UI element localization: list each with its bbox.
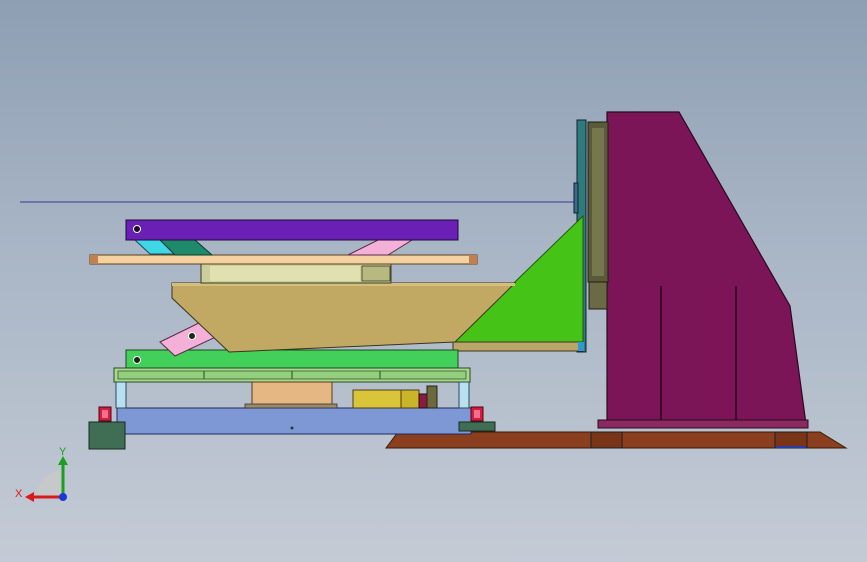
coordinate-triad: Y X [15, 446, 68, 502]
work-plate[interactable] [89, 254, 478, 265]
upper-scissor-links[interactable] [133, 239, 414, 256]
headstock-column[interactable] [597, 111, 809, 429]
y-axis-label: Y [59, 446, 67, 458]
z-axis-dot-icon [59, 493, 67, 501]
turntable-ring[interactable] [200, 263, 392, 284]
view-orientation-icon [36, 470, 62, 497]
drive-motor[interactable] [244, 381, 438, 409]
upper-scissor-arm[interactable] [125, 219, 459, 241]
x-axis-label: X [15, 488, 23, 500]
cad-viewport[interactable]: Y X [0, 0, 867, 562]
